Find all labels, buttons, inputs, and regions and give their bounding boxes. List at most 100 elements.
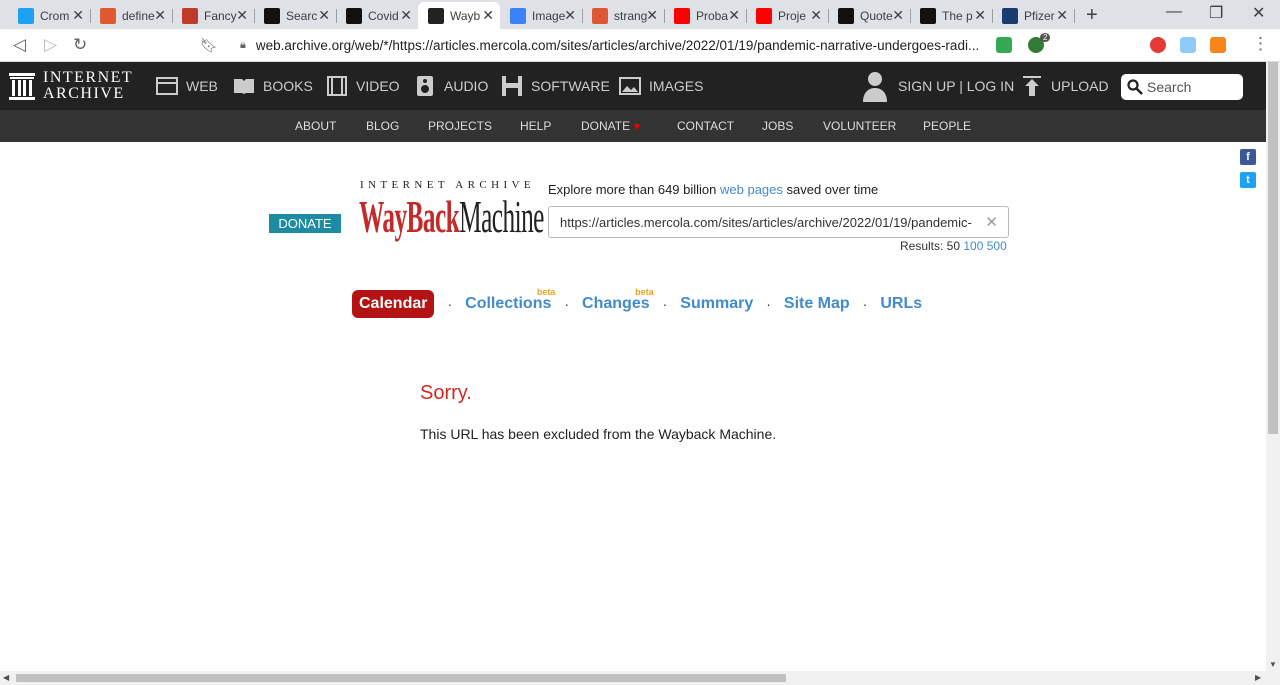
results-100-link[interactable]: 100 xyxy=(963,239,983,253)
twitter-icon xyxy=(18,7,34,24)
duckduckgo-icon xyxy=(100,7,116,24)
browser-tab[interactable]: The p ✕ xyxy=(910,2,993,29)
upload-icon xyxy=(1023,76,1041,96)
subnav-blog[interactable]: BLOG xyxy=(366,119,399,133)
tab-collections[interactable]: Collections beta xyxy=(465,287,555,313)
nav-audio-label: AUDIO xyxy=(444,78,489,94)
scroll-down-arrow-icon[interactable]: ▼ xyxy=(1269,660,1277,669)
browser-tab[interactable]: Wayb ✕ xyxy=(418,2,500,29)
browser-tab[interactable]: Proje ✕ xyxy=(746,2,829,29)
tab-close-icon[interactable]: ✕ xyxy=(1056,7,1068,24)
tab-close-icon[interactable]: ✕ xyxy=(154,7,166,24)
tab-calendar[interactable]: Calendar xyxy=(352,290,435,318)
tab-close-icon[interactable]: ✕ xyxy=(72,7,84,24)
tab-changes[interactable]: Changes beta xyxy=(582,287,654,313)
back-icon[interactable]: ◁ xyxy=(13,35,26,55)
archive-temple-icon xyxy=(9,73,35,100)
vertical-scroll-thumb[interactable] xyxy=(1268,62,1278,434)
translate-icon[interactable] xyxy=(1180,37,1196,53)
browser-tab[interactable]: strang ✕ xyxy=(582,2,665,29)
browser-tab[interactable]: Searc ✕ xyxy=(254,2,337,29)
metamask-icon[interactable] xyxy=(1210,37,1226,53)
web-icon xyxy=(156,77,178,95)
reload-icon[interactable]: ↻ xyxy=(73,35,87,55)
subnav-help[interactable]: HELP xyxy=(520,119,551,133)
browser-tab[interactable]: Covid ✕ xyxy=(336,2,418,29)
explore-prefix: Explore more than 649 billion xyxy=(548,182,720,197)
browser-tab[interactable]: Crom ✕ xyxy=(8,2,91,29)
subnav-people[interactable]: PEOPLE xyxy=(923,119,971,133)
subnav-about[interactable]: ABOUT xyxy=(295,119,336,133)
extension-icon[interactable] xyxy=(996,37,1012,53)
url-text: web.archive.org/web/*/https://articles.m… xyxy=(255,38,980,53)
browser-tab[interactable]: define ✕ xyxy=(90,2,173,29)
nav-software[interactable]: SOFTWARE xyxy=(501,62,610,110)
tab-close-icon[interactable]: ✕ xyxy=(974,7,986,24)
explore-suffix: saved over time xyxy=(782,182,879,197)
tab-close-icon[interactable]: ✕ xyxy=(810,7,822,24)
minimize-button[interactable]: — xyxy=(1166,3,1182,21)
error-heading: Sorry. xyxy=(420,382,472,404)
subnav-contact[interactable]: CONTACT xyxy=(677,119,734,133)
address-bar[interactable]: 🔒︎ web.archive.org/web/*/https://article… xyxy=(230,32,1052,59)
scroll-left-arrow-icon[interactable]: ◀ xyxy=(3,673,9,682)
upload-link[interactable]: UPLOAD xyxy=(1023,76,1109,96)
tab-close-icon[interactable]: ✕ xyxy=(318,7,330,24)
tab-title: Proje xyxy=(778,8,807,23)
speaker-icon xyxy=(417,76,433,96)
site-icon xyxy=(264,7,280,24)
scroll-right-arrow-icon[interactable]: ▶ xyxy=(1255,673,1261,682)
browser-tab[interactable]: Fancy ✕ xyxy=(172,2,255,29)
forward-icon[interactable]: ▷ xyxy=(44,35,57,55)
restore-button[interactable]: ❐ xyxy=(1209,3,1223,23)
opera-icon[interactable] xyxy=(1150,37,1166,53)
results-500-link[interactable]: 500 xyxy=(987,239,1007,253)
browser-tab[interactable]: Pfizer ✕ xyxy=(992,2,1075,29)
horizontal-scroll-thumb[interactable] xyxy=(16,674,786,682)
heart-icon: ♥ xyxy=(633,121,640,133)
signup-label: SIGN UP | LOG IN xyxy=(898,78,1015,94)
subnav-donate[interactable]: DONATE ♥ xyxy=(581,119,640,133)
web-pages-link[interactable]: web pages xyxy=(720,182,783,197)
ia-search-input[interactable]: Search xyxy=(1121,74,1243,100)
tab-close-icon[interactable]: ✕ xyxy=(564,7,576,24)
new-tab-button[interactable]: + xyxy=(1086,4,1098,27)
browser-tab[interactable]: Quote ✕ xyxy=(828,2,911,29)
close-window-button[interactable]: ✕ xyxy=(1252,3,1265,23)
signup-login-link[interactable]: SIGN UP | LOG IN xyxy=(862,70,1014,102)
tab-close-icon[interactable]: ✕ xyxy=(892,7,904,24)
tab-urls[interactable]: URLs xyxy=(880,295,922,313)
nav-images[interactable]: IMAGES xyxy=(619,62,703,110)
facebook-icon[interactable]: f xyxy=(1240,149,1256,165)
ia-top-nav: INTERNET ARCHIVE WEB BOOKS VIDEO AUDIO S… xyxy=(0,62,1266,110)
tab-close-icon[interactable]: ✕ xyxy=(646,7,658,24)
subnav-volunteer[interactable]: VOLUNTEER xyxy=(823,119,896,133)
tab-close-icon[interactable]: ✕ xyxy=(482,7,494,24)
menu-icon[interactable]: ⋮ xyxy=(1252,34,1269,54)
browser-tab[interactable]: Image ✕ xyxy=(500,2,583,29)
tab-summary[interactable]: Summary xyxy=(680,295,753,313)
tab-close-icon[interactable]: ✕ xyxy=(400,7,412,24)
subnav-projects[interactable]: PROJECTS xyxy=(428,119,492,133)
subnav-jobs[interactable]: JOBS xyxy=(762,119,793,133)
tab-close-icon[interactable]: ✕ xyxy=(236,7,248,24)
horizontal-scrollbar[interactable]: ◀ ▶ xyxy=(0,671,1280,685)
nav-books[interactable]: BOOKS xyxy=(233,62,313,110)
nav-web[interactable]: WEB xyxy=(156,62,218,110)
nav-audio[interactable]: AUDIO xyxy=(414,62,488,110)
vertical-scrollbar[interactable]: ▼ xyxy=(1266,62,1280,671)
wayback-machine-logo[interactable]: WayBackMachine xyxy=(359,194,544,240)
twitter-icon[interactable]: t xyxy=(1240,172,1256,188)
tab-close-icon[interactable]: ✕ xyxy=(728,7,740,24)
nav-video-label: VIDEO xyxy=(356,78,400,94)
browser-tab[interactable]: Proba ✕ xyxy=(664,2,747,29)
pinterest-icon xyxy=(510,7,526,24)
nav-video[interactable]: VIDEO xyxy=(326,62,400,110)
clear-icon[interactable]: ✕ xyxy=(985,213,998,231)
tab-sitemap[interactable]: Site Map xyxy=(784,295,850,313)
bookmark-icon[interactable]: 🔖︎ xyxy=(200,37,218,54)
ia-logo[interactable]: INTERNET ARCHIVE xyxy=(9,70,133,102)
film-icon xyxy=(327,76,347,96)
wayback-url-input[interactable]: https://articles.mercola.com/sites/artic… xyxy=(548,206,1009,238)
donate-button[interactable]: DONATE xyxy=(269,214,341,233)
